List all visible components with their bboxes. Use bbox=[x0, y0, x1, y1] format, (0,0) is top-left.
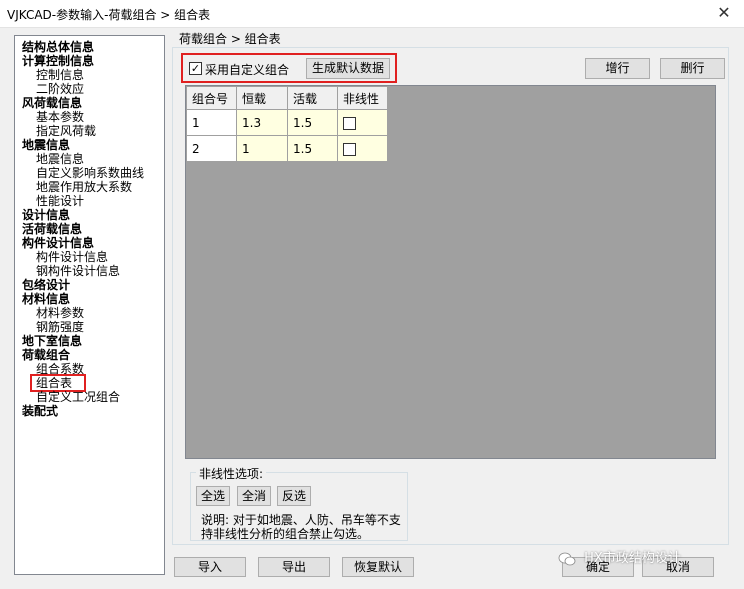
tree-item[interactable]: 自定义工况组合 bbox=[36, 390, 120, 404]
export-button[interactable]: 导出 bbox=[258, 557, 330, 577]
add-row-button[interactable]: 增行 bbox=[585, 58, 650, 79]
nonlinear-options-title: 非线性选项: bbox=[196, 465, 267, 482]
tree-item[interactable]: 钢筋强度 bbox=[36, 320, 84, 334]
settings-tree[interactable]: 结构总体信息 计算控制信息 控制信息 二阶效应 风荷载信息 基本参数 指定风荷载 地震信息 地震… bbox=[14, 35, 165, 575]
wechat-icon bbox=[558, 552, 576, 565]
tree-item[interactable]: 活荷载信息 bbox=[22, 222, 82, 236]
tree-item[interactable]: 结构总体信息 bbox=[22, 40, 94, 54]
nonlinear-note: 说明: 对于如地震、人防、吊车等不支持非线性分析的组合禁止勾选。 bbox=[201, 513, 401, 541]
delete-row-button[interactable]: 删行 bbox=[660, 58, 725, 79]
nonlinear-cell[interactable] bbox=[337, 109, 388, 136]
restore-default-button[interactable]: 恢复默认 bbox=[342, 557, 414, 577]
tree-item[interactable]: 包络设计 bbox=[22, 278, 70, 292]
tree-item[interactable]: 基本参数 bbox=[36, 110, 84, 124]
tree-item[interactable]: 计算控制信息 bbox=[22, 54, 94, 68]
tree-item[interactable]: 构件设计信息 bbox=[36, 250, 108, 264]
live-load-cell[interactable]: 1.5 bbox=[287, 109, 338, 136]
breadcrumb: 荷载组合 > 组合表 bbox=[179, 32, 281, 46]
dead-load-cell[interactable]: 1 bbox=[236, 135, 288, 162]
watermark: HX市政结构设计 bbox=[558, 547, 681, 567]
tree-item[interactable]: 装配式 bbox=[22, 404, 58, 418]
tree-item[interactable]: 地震作用放大系数 bbox=[36, 180, 132, 194]
select-all-button[interactable]: 全选 bbox=[196, 486, 230, 506]
combination-grid[interactable]: 组合号 恒载 活载 非线性 1 1.3 1.5 2 1 1.5 bbox=[185, 85, 716, 459]
tree-item[interactable]: 材料信息 bbox=[22, 292, 70, 306]
tree-item[interactable]: 材料参数 bbox=[36, 306, 84, 320]
nonlinear-checkbox[interactable] bbox=[343, 142, 356, 156]
tree-item[interactable]: 构件设计信息 bbox=[22, 236, 94, 250]
watermark-text: HX市政结构设计 bbox=[584, 551, 681, 566]
tree-item[interactable]: 自定义影响系数曲线 bbox=[36, 166, 144, 180]
col-header-nonlinear[interactable]: 非线性 bbox=[337, 86, 388, 110]
tree-item[interactable]: 地震信息 bbox=[36, 152, 84, 166]
tree-item[interactable]: 荷载组合 bbox=[22, 348, 70, 362]
table-row[interactable]: 2 1 1.5 bbox=[186, 135, 388, 162]
import-button[interactable]: 导入 bbox=[174, 557, 246, 577]
table-row[interactable]: 1 1.3 1.5 bbox=[186, 109, 388, 136]
deselect-all-button[interactable]: 全消 bbox=[237, 486, 271, 506]
tree-item[interactable]: 钢构件设计信息 bbox=[36, 264, 120, 278]
tree-item[interactable]: 性能设计 bbox=[36, 194, 84, 208]
live-load-cell[interactable]: 1.5 bbox=[287, 135, 338, 162]
dead-load-cell[interactable]: 1.3 bbox=[236, 109, 288, 136]
row-id-cell[interactable]: 2 bbox=[186, 135, 237, 162]
tree-item[interactable]: 风荷载信息 bbox=[22, 96, 82, 110]
col-header-dead[interactable]: 恒载 bbox=[236, 86, 288, 110]
tree-item[interactable]: 设计信息 bbox=[22, 208, 70, 222]
tree-item[interactable]: 二阶效应 bbox=[36, 82, 84, 96]
tree-item[interactable]: 地震信息 bbox=[22, 138, 70, 152]
highlight-outline bbox=[181, 53, 397, 83]
col-header-id[interactable]: 组合号 bbox=[186, 86, 237, 110]
tree-item[interactable]: 控制信息 bbox=[36, 68, 84, 82]
window-title: VJKCAD-参数输入-荷载组合 > 组合表 bbox=[7, 8, 211, 22]
tree-item[interactable]: 指定风荷载 bbox=[36, 124, 96, 138]
invert-selection-button[interactable]: 反选 bbox=[277, 486, 311, 506]
nonlinear-checkbox[interactable] bbox=[343, 116, 356, 130]
title-bar: VJKCAD-参数输入-荷载组合 > 组合表 ✕ bbox=[0, 0, 744, 28]
nonlinear-cell[interactable] bbox=[337, 135, 388, 162]
row-id-cell[interactable]: 1 bbox=[186, 109, 237, 136]
col-header-live[interactable]: 活载 bbox=[287, 86, 338, 110]
close-icon[interactable]: ✕ bbox=[716, 4, 732, 22]
tree-item[interactable]: 地下室信息 bbox=[22, 334, 82, 348]
